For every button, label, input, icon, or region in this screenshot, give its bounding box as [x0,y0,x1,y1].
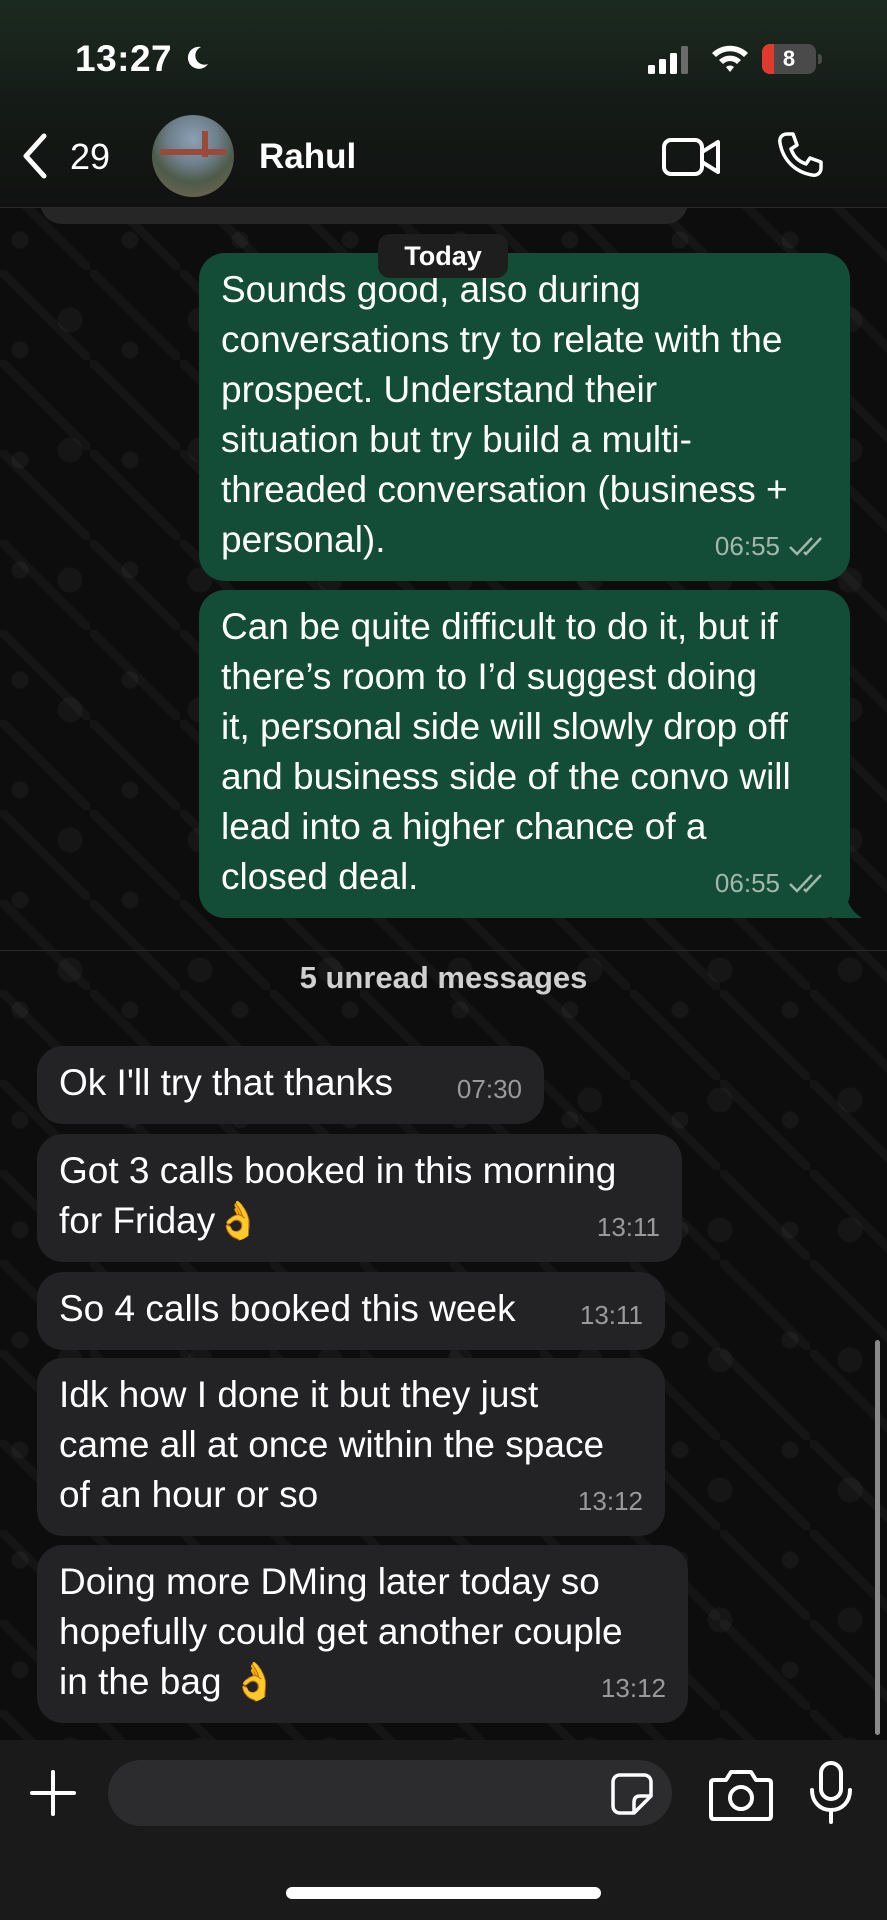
message-text: So 4 calls booked this week [59,1288,516,1329]
message-meta: 07:30 [457,1064,522,1114]
message-composer [0,1740,887,1920]
message-time: 13:11 [579,1300,643,1330]
video-camera-icon[interactable] [662,136,722,178]
double-check-icon [789,874,822,893]
message-input[interactable] [108,1760,672,1826]
date-separator: Today [378,234,508,278]
message-meta: 06:55 [715,858,828,908]
message-text: Idk how I done it but they just came all… [59,1374,605,1515]
chevron-left-icon[interactable] [18,132,52,180]
message-time: 06:55 [714,531,780,561]
message-text: Doing more DMing later today so hopefull… [59,1561,623,1702]
battery-indicator: 8 [762,44,822,74]
outgoing-message[interactable]: Sounds good, also during conversations t… [199,253,850,581]
message-text: Can be quite difficult to do it, but if … [221,606,791,897]
avatar[interactable] [152,115,234,197]
camera-icon[interactable] [708,1766,774,1822]
message-time: 13:12 [577,1486,643,1516]
message-time: 13:11 [596,1212,660,1242]
unread-messages-label: 5 unread messages [299,960,588,995]
message-text: Ok I'll try that thanks [59,1062,394,1103]
battery-level: 8 [782,46,796,71]
bubble-tail [832,888,862,918]
outgoing-message[interactable]: Can be quite difficult to do it, but if … [199,590,862,918]
message-text: Sounds good, also during conversations t… [221,269,788,560]
message-time: 07:30 [456,1074,522,1104]
phone-icon[interactable] [775,130,825,180]
double-check-icon [789,537,822,556]
message-time: 06:55 [714,868,780,898]
message-meta: 06:55 [715,521,828,571]
incoming-message[interactable]: Idk how I done it but they just came all… [37,1358,665,1536]
message-text: Got 3 calls booked in this morning for F… [59,1150,617,1241]
chat-header: 13:27 8 29 Rahul [0,0,887,208]
message-meta: 13:11 [597,1202,660,1252]
incoming-message[interactable]: Doing more DMing later today so hopefull… [37,1545,688,1723]
incoming-message[interactable]: So 4 calls booked this week 13:11 [37,1272,665,1350]
plus-icon[interactable] [28,1768,78,1818]
unread-chats-count[interactable]: 29 [70,136,110,178]
moon-icon [187,46,208,69]
wifi-icon [712,45,748,72]
home-indicator[interactable] [286,1887,601,1899]
message-meta: 13:12 [578,1476,643,1526]
incoming-message[interactable]: Got 3 calls booked in this morning for F… [37,1134,682,1262]
message-meta: 13:11 [580,1290,643,1340]
incoming-message[interactable]: Ok I'll try that thanks 07:30 [37,1046,544,1124]
microphone-icon[interactable] [806,1760,856,1826]
sticker-icon[interactable] [610,1772,654,1816]
signal-icon [648,46,688,74]
unread-divider [0,950,887,951]
message-meta: 13:12 [601,1663,666,1713]
contact-name[interactable]: Rahul [259,137,356,177]
message-time: 13:12 [600,1673,666,1703]
scrollbar[interactable] [875,1340,880,1735]
status-time: 13:27 [75,38,173,79]
